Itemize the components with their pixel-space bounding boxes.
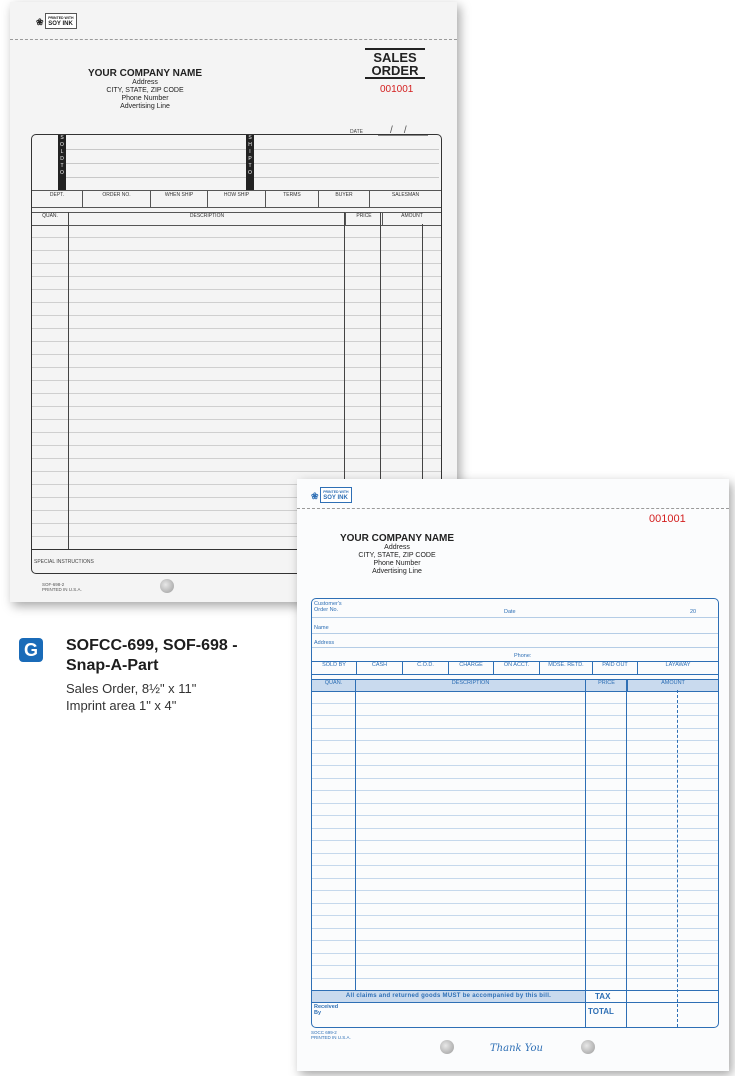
salesman-header: SALESMAN	[391, 192, 420, 198]
soy-ink-logo: ❀ PRINTED WITH SOY INK	[36, 13, 77, 29]
buyer-header: BUYER	[319, 191, 370, 207]
address-line: Address	[132, 79, 158, 86]
product-codes: SOFCC-699, SOF-698 -	[66, 637, 238, 654]
title-sales: SALES	[365, 48, 425, 64]
ruled-line	[312, 802, 718, 804]
dept-header: DEPT.	[32, 191, 83, 207]
order-number-2: 001001	[649, 513, 686, 525]
soy-leaf-icon: ❀	[311, 491, 319, 501]
city-line: CITY, STATE, ZIP CODE	[106, 87, 184, 94]
ruled-line	[312, 865, 718, 866]
form2-table: Customer's Order No. Date 20 Name Address…	[311, 598, 719, 1028]
charge-header: CHARGE	[449, 662, 494, 674]
ruled-line	[312, 815, 718, 816]
form-title: SALES ORDER	[365, 48, 425, 79]
snap-hole-3	[581, 1040, 595, 1054]
product-badge: G	[19, 638, 43, 662]
sold-to-bar: SOLDTO	[58, 135, 66, 190]
product-name: Snap-A-Part	[66, 657, 159, 674]
title-order: ORDER	[365, 64, 425, 79]
phone-label: Phone:	[514, 653, 532, 659]
product-description: Sales Order, 8½" x 11" Imprint area 1" x…	[66, 680, 196, 714]
received-by-label: Received By	[314, 1004, 339, 1016]
paid-out-header: PAID OUT	[593, 662, 638, 674]
company-name-2: YOUR COMPANY NAME	[339, 533, 455, 544]
amount-cents-divider	[677, 690, 678, 1027]
name-label: Name	[314, 625, 329, 631]
how-ship-header: HOW SHIP	[208, 191, 266, 207]
soy-ink-logo-2: ❀ PRINTED WITH SOY INK	[311, 487, 352, 503]
ruled-line	[312, 702, 718, 704]
date-label-2: Date	[504, 609, 516, 615]
ruled-line	[312, 765, 718, 766]
ruled-line	[312, 965, 718, 966]
ruled-line	[312, 877, 718, 879]
product-title: SOFCC-699, SOF-698 - Snap-A-Part	[66, 636, 238, 676]
tax-label: TAX	[595, 992, 611, 1001]
ruled-line	[312, 777, 718, 779]
sold-by-header: SOLD BY	[312, 662, 357, 674]
ruled-line	[312, 915, 718, 916]
terms-header: TERMS	[266, 191, 319, 207]
tax-row: TAX	[585, 990, 718, 1003]
advertising-line: Advertising Line	[120, 103, 170, 110]
thank-you-script: Thank You	[490, 1043, 543, 1054]
cod-header: C.O.D.	[403, 662, 449, 674]
special-instructions-label: SPECIAL INSTRUCTIONS	[34, 559, 94, 565]
ruled-line	[312, 977, 718, 979]
perforation-line	[10, 39, 457, 40]
soy-leaf-icon: ❀	[36, 17, 44, 27]
order-number: 001001	[380, 84, 414, 95]
claims-text: All claims and returned goods MUST be ac…	[345, 993, 552, 999]
ruled-line	[312, 927, 718, 929]
total-label: TOTAL	[588, 1007, 614, 1016]
when-ship-header: WHEN SHIP	[151, 191, 208, 207]
sales-order-form-blue: ❀ PRINTED WITH SOY INK 001001 YOUR COMPAN…	[297, 479, 729, 1071]
perforation-line-2	[297, 508, 729, 509]
ruled-line	[312, 727, 718, 729]
product-size: Sales Order, 8½" x 11"	[66, 681, 197, 696]
layaway-header: LAYAWAY	[665, 662, 691, 668]
order-no-header: ORDER NO.	[83, 191, 151, 207]
company-name: YOUR COMPANY NAME	[87, 68, 203, 79]
claims-banner: All claims and returned goods MUST be ac…	[312, 990, 585, 1003]
form1-footer: SOF-698-2 PRINTED IN U.S.A.	[42, 582, 82, 592]
customer-order-label: Customer's Order No.	[314, 601, 342, 613]
phone-line: Phone Number	[121, 95, 169, 102]
ruled-line	[312, 740, 718, 741]
address-label: Address	[314, 640, 335, 646]
form2-line-rows	[312, 690, 718, 990]
imprint-area: Imprint area 1" x 4"	[66, 698, 177, 713]
ruled-line	[312, 840, 718, 841]
ship-to-bar: SHIPTO	[246, 135, 254, 190]
ruled-line	[312, 852, 718, 854]
ruled-line	[312, 827, 718, 829]
company-block-2: YOUR COMPANY NAME Address CITY, STATE, Z…	[337, 533, 457, 576]
ruled-line	[312, 890, 718, 891]
company-block: YOUR COMPANY NAME Address CITY, STATE, Z…	[65, 68, 225, 111]
ruled-line	[312, 790, 718, 791]
cash-header: CASH	[357, 662, 403, 674]
ruled-line	[312, 715, 718, 716]
on-acct-header: ON ACCT.	[494, 662, 540, 674]
ruled-line	[312, 902, 718, 904]
year-label: 20	[690, 609, 697, 615]
ruled-line	[312, 940, 718, 941]
info-header-row: DEPT. ORDER NO. WHEN SHIP HOW SHIP TERMS…	[32, 190, 441, 208]
mdse-retd-header: MDSE. RETD.	[540, 662, 593, 674]
ruled-line	[312, 752, 718, 754]
snap-hole	[160, 579, 174, 593]
form2-footer: SOCC 699-2 PRINTED IN U.S.A.	[311, 1030, 351, 1040]
payment-row: SOLD BY CASH C.O.D. CHARGE ON ACCT. MDSE…	[312, 661, 718, 675]
snap-hole-2	[440, 1040, 454, 1054]
ruled-line	[312, 952, 718, 954]
